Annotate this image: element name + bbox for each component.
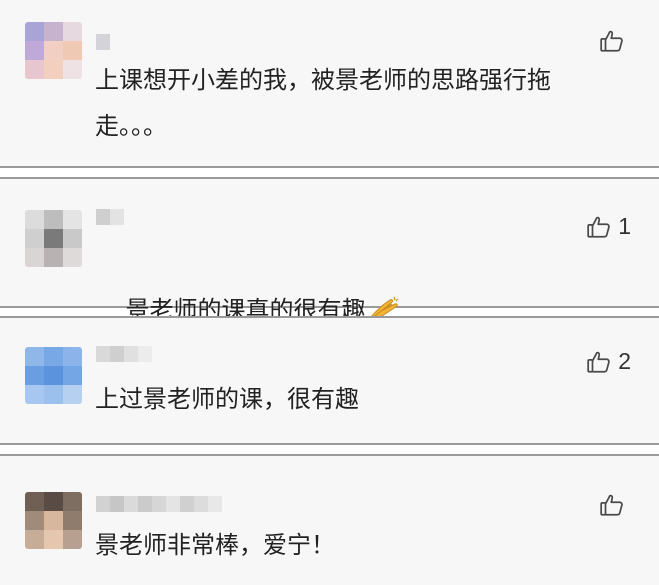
username [96,34,112,50]
comment-card: 景老师非常棒，爱宁！ [0,454,659,585]
comment-text: 上课想开小差的我，被景老师的思路强行拖走。。。 [95,66,551,140]
like-button[interactable]: 2 [586,348,631,375]
comment-card: 1 景老师的课真的很有趣 [0,177,659,324]
avatar[interactable] [25,22,82,79]
thumbs-up-icon [587,216,611,238]
avatar[interactable] [25,210,82,267]
username [96,496,222,512]
comment-text: 景老师非常棒，爱宁！ [95,531,335,559]
comment-card: 上课想开小差的我，被景老师的思路强行拖走。。。 [0,0,659,168]
like-button[interactable] [599,492,631,518]
comment-text: 上过景老师的课，很有趣 [95,385,359,413]
thumbs-up-icon [600,494,623,516]
username [96,209,124,225]
like-button[interactable]: 1 [586,213,631,240]
thumbs-up-icon [587,351,611,373]
thumbs-up-icon [600,30,623,52]
avatar[interactable] [25,492,82,549]
like-count: 1 [618,213,631,239]
username [96,346,152,362]
comment-card: 2 上过景老师的课，很有趣 [0,316,659,445]
avatar[interactable] [25,347,82,404]
like-button[interactable] [599,28,631,54]
like-count: 2 [618,348,631,374]
